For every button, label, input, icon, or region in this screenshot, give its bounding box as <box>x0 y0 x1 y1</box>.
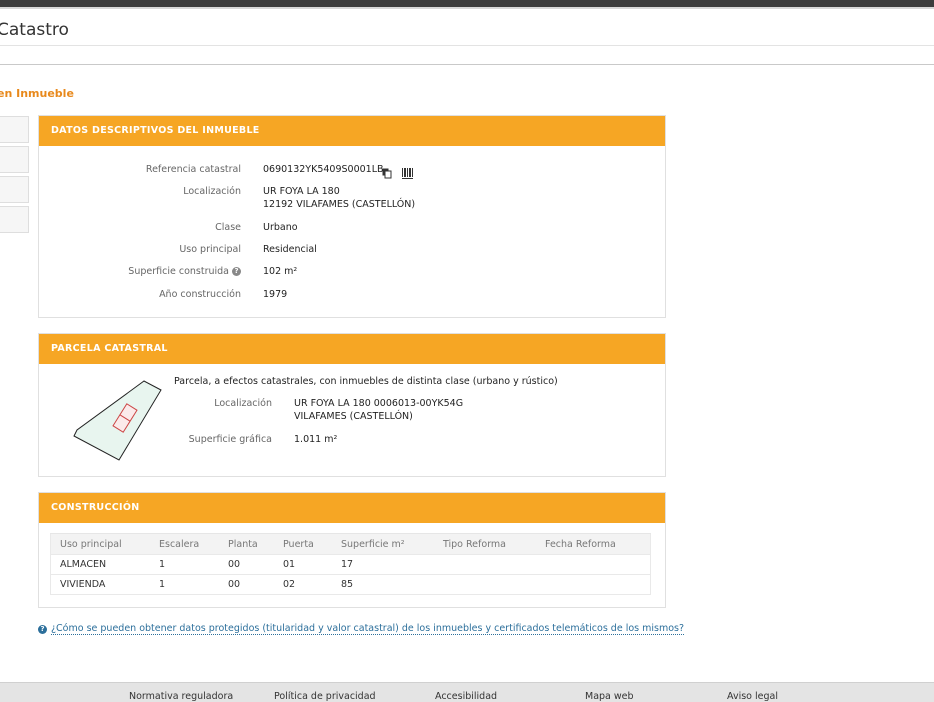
cell-uso: VIVIENDA <box>50 574 150 595</box>
browser-toolbar-strip <box>0 7 934 9</box>
cell-puerta: 02 <box>274 574 332 595</box>
clase-label: Clase <box>215 222 241 233</box>
app-title: Catastro <box>0 20 69 40</box>
nav-divider <box>0 64 934 65</box>
descriptive-panel-header: DATOS DESCRIPTIVOS DEL INMUEBLE <box>39 116 665 146</box>
uso-label: Uso principal <box>179 244 241 255</box>
construccion-panel: CONSTRUCCIÓN Uso principal Escalera Plan… <box>38 492 666 608</box>
cell-fecha-reforma <box>536 574 651 595</box>
year-label: Año construcción <box>159 289 241 300</box>
table-row: VIVIENDA 1 00 02 85 <box>50 574 651 595</box>
col-tipo-reforma: Tipo Reforma <box>434 533 536 555</box>
barcode-icon[interactable] <box>402 164 413 183</box>
cell-escalera: 1 <box>150 574 219 595</box>
cell-fecha-reforma <box>536 554 651 575</box>
cell-superficie: 17 <box>332 554 434 575</box>
cell-uso: ALMACEN <box>50 554 150 575</box>
cell-planta: 00 <box>219 574 274 595</box>
footer-link-aviso-legal[interactable]: Aviso legal <box>727 691 778 702</box>
parcela-panel-header: PARCELA CATASTRAL <box>39 334 665 364</box>
footer-link-mapa-web[interactable]: Mapa web <box>585 691 634 702</box>
parcela-sup-value: 1.011 m² <box>294 434 338 445</box>
footer: Normativa reguladora Política de privaci… <box>0 682 934 702</box>
footer-link-normativa[interactable]: Normativa reguladora <box>129 691 233 702</box>
year-value: 1979 <box>263 289 288 300</box>
loc-line2: 12192 VILAFAMES (CASTELLÓN) <box>263 199 416 210</box>
parcela-loc-line1: UR FOYA LA 180 0006013-00YK54G <box>294 398 464 409</box>
header-divider <box>0 45 934 46</box>
loc-line1: UR FOYA LA 180 <box>263 186 340 197</box>
cell-superficie: 85 <box>332 574 434 595</box>
footer-link-privacidad[interactable]: Política de privacidad <box>274 691 376 702</box>
col-uso: Uso principal <box>50 533 150 555</box>
table-header-row: Uso principal Escalera Planta Puerta Sup… <box>50 533 651 555</box>
side-tab-4[interactable] <box>0 206 29 233</box>
col-superficie: Superficie m² <box>332 533 434 555</box>
parcela-sup-label: Superficie gráfica <box>188 434 272 445</box>
parcela-panel: PARCELA CATASTRAL Parcela, a efectos cat… <box>38 333 666 477</box>
parcela-description: Parcela, a efectos catastrales, con inmu… <box>174 376 558 387</box>
construccion-panel-header: CONSTRUCCIÓN <box>39 493 665 523</box>
superficie-value: 102 m² <box>263 266 298 277</box>
info-icon[interactable]: ? <box>232 267 241 276</box>
cell-planta: 00 <box>219 554 274 575</box>
superficie-label: Superficie construida <box>128 266 229 277</box>
side-tab-2[interactable] <box>0 146 29 173</box>
parcela-loc-label: Localización <box>214 398 272 409</box>
construccion-table: Uso principal Escalera Planta Puerta Sup… <box>50 533 651 595</box>
parcela-loc-line2: VILAFAMES (CASTELLÓN) <box>294 411 413 422</box>
col-escalera: Escalera <box>150 533 219 555</box>
browser-top-bar <box>0 0 934 7</box>
side-tab-3[interactable] <box>0 176 29 203</box>
cell-puerta: 01 <box>274 554 332 575</box>
col-fecha-reforma: Fecha Reforma <box>536 533 651 555</box>
cell-tipo-reforma <box>434 574 536 595</box>
help-link[interactable]: ? ¿Cómo se pueden obtener datos protegido… <box>38 623 685 635</box>
parcel-map-thumbnail[interactable] <box>69 378 169 464</box>
clase-value: Urbano <box>263 222 298 233</box>
cell-tipo-reforma <box>434 554 536 575</box>
col-planta: Planta <box>219 533 274 555</box>
footer-link-accesibilidad[interactable]: Accesibilidad <box>435 691 497 702</box>
loc-label: Localización <box>183 186 241 197</box>
col-puerta: Puerta <box>274 533 332 555</box>
uso-value: Residencial <box>263 244 317 255</box>
ref-value: 0690132YK5409S0001LB <box>263 164 384 175</box>
side-tab-1[interactable] <box>0 116 29 143</box>
page-heading: en Inmueble <box>0 87 74 100</box>
descriptive-panel: DATOS DESCRIPTIVOS DEL INMUEBLE Referenc… <box>38 115 666 318</box>
question-icon: ? <box>38 625 47 634</box>
table-row: ALMACEN 1 00 01 17 <box>50 554 651 575</box>
superficie-label-wrap: Superficie construida? <box>128 266 241 277</box>
help-link-text[interactable]: ¿Cómo se pueden obtener datos protegidos… <box>51 623 685 635</box>
copy-icon[interactable] <box>382 164 392 183</box>
cell-escalera: 1 <box>150 554 219 575</box>
ref-label: Referencia catastral <box>145 164 241 175</box>
